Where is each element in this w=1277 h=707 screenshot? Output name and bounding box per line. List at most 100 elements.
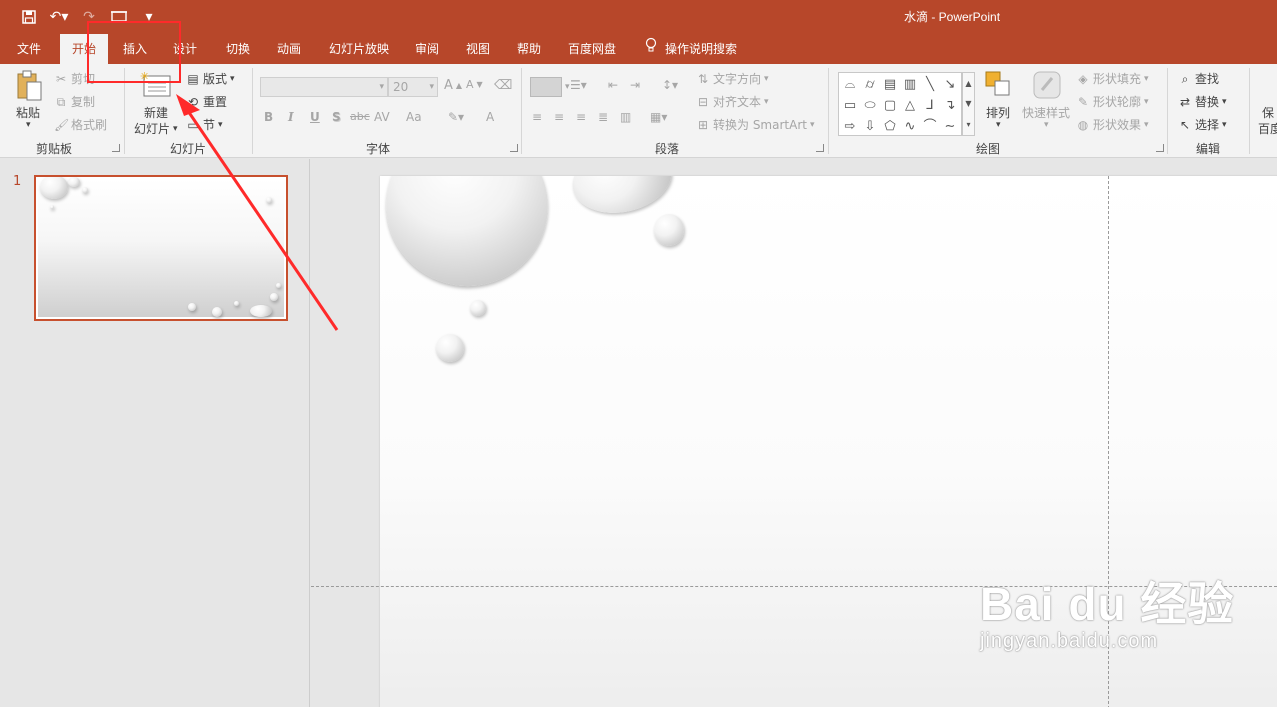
quick-styles-icon[interactable] <box>1032 70 1062 103</box>
shape-oval-icon[interactable]: ⬭ <box>860 95 880 116</box>
shapes-gallery[interactable]: ⌓ ⌭ ▤ ▥ ╲ ↘ ▭ ⬭ ▢ △ ⅃ ↴ ⇨ ⇩ ⬠ ∿ ⌒ ∼ <box>838 72 962 136</box>
layout-button[interactable]: ▤ 版式 ▾ <box>186 70 234 87</box>
bullets-icon <box>530 77 562 97</box>
chevron-down-icon[interactable]: ▼ <box>965 99 971 108</box>
shape-flag-icon[interactable]: ⌓ <box>840 74 860 95</box>
char-spacing-button[interactable]: AV <box>374 110 390 124</box>
tab-animations[interactable]: 动画 <box>264 34 314 64</box>
decrease-indent-icon[interactable]: ⇤ <box>608 78 618 92</box>
select-button[interactable]: ↖ 选择 ▾ <box>1178 116 1227 133</box>
shape-effects-button[interactable]: ◍ 形状效果 ▾ <box>1076 116 1149 133</box>
shape-curve-icon[interactable]: ∼ <box>940 116 960 137</box>
columns-icon[interactable]: ▦▾ <box>650 110 667 124</box>
paragraph-launcher-icon[interactable] <box>816 144 824 152</box>
save-icon[interactable] <box>18 6 40 28</box>
quick-styles-button[interactable]: 快速样式 <box>1022 104 1070 121</box>
shape-arc-icon[interactable]: ⌒ <box>920 116 940 137</box>
new-slide-button[interactable]: 新建 <box>144 104 168 121</box>
tab-view[interactable]: 视图 <box>454 34 502 64</box>
paste-button[interactable]: 粘贴 <box>16 104 40 121</box>
baidu-save-sub[interactable]: 百度 <box>1258 120 1277 137</box>
bullets-button[interactable]: ▾ <box>530 77 570 97</box>
shapes-gallery-scroll[interactable]: ▲ ▼ ▾ <box>962 72 975 136</box>
new-slide-dropdown[interactable]: 幻灯片 ▾ <box>134 120 178 137</box>
slide-thumbnail[interactable] <box>34 175 288 321</box>
convert-smartart-button[interactable]: ⊞ 转换为 SmartArt ▾ <box>696 116 815 133</box>
tab-slideshow[interactable]: 幻灯片放映 <box>320 34 398 64</box>
highlight-icon[interactable]: ✎▾ <box>448 110 464 124</box>
tell-me-search[interactable]: 操作说明搜索 <box>645 34 737 64</box>
tab-review[interactable]: 审阅 <box>404 34 450 64</box>
font-size-combo[interactable]: 20 <box>388 77 438 97</box>
shape-fill-button[interactable]: ◈ 形状填充 ▾ <box>1076 70 1148 87</box>
align-left-icon[interactable]: ≡ <box>532 110 542 124</box>
font-group-label: 字体 <box>366 142 391 156</box>
font-launcher-icon[interactable] <box>510 144 518 152</box>
font-color-button[interactable]: A <box>486 110 494 124</box>
shape-effects-label: 形状效果 <box>1093 118 1142 132</box>
shape-textbox-vertical-icon[interactable]: ▥ <box>900 74 920 95</box>
grow-font-button[interactable]: A ▲ <box>444 78 462 93</box>
title-bar: ↶▾ ↷ ▾ 水滴 - PowerPoint <box>0 0 1277 34</box>
shrink-font-button[interactable]: A ▼ <box>466 78 483 91</box>
undo-icon[interactable]: ↶▾ <box>48 6 70 28</box>
shape-rounded-rect-icon[interactable]: ▢ <box>880 95 900 116</box>
arrange-label: 排列 <box>986 106 1011 120</box>
align-text-button[interactable]: ⊟ 对齐文本 ▾ <box>696 93 769 110</box>
clear-format-icon[interactable]: ⌫ <box>494 78 512 93</box>
distribute-icon[interactable]: ▥ <box>620 110 631 124</box>
shape-outline-button[interactable]: ✎ 形状轮廓 ▾ <box>1076 93 1149 110</box>
chevron-up-icon[interactable]: ▲ <box>965 79 971 88</box>
find-button[interactable]: ⌕ 查找 <box>1178 70 1219 87</box>
shadow-button[interactable]: S <box>332 110 341 124</box>
clipboard-launcher-icon[interactable] <box>112 144 120 152</box>
drawing-launcher-icon[interactable] <box>1156 144 1164 152</box>
copy-icon: ⧉ <box>56 94 66 109</box>
format-painter-button[interactable]: 🖌 格式刷 <box>54 116 107 133</box>
arrange-dropdown-icon[interactable]: ▾ <box>996 120 1001 130</box>
italic-button[interactable]: I <box>288 110 294 124</box>
arrange-icon[interactable] <box>984 70 1012 101</box>
shape-down-arrow-icon[interactable]: ⇩ <box>860 116 880 137</box>
align-right-icon[interactable]: ≡ <box>576 110 586 124</box>
arrange-button[interactable]: 排列 <box>986 104 1010 121</box>
copy-button[interactable]: ⧉ 复制 <box>54 93 95 110</box>
tab-help[interactable]: 帮助 <box>506 34 552 64</box>
strikethrough-button[interactable]: abc <box>350 110 370 123</box>
replace-button[interactable]: ⇄ 替换 ▾ <box>1178 93 1227 110</box>
tab-file[interactable]: 文件 <box>6 34 52 64</box>
text-direction-button[interactable]: ⇅ 文字方向 ▾ <box>696 70 769 87</box>
quick-styles-label: 快速样式 <box>1022 106 1071 120</box>
numbering-icon[interactable]: ☰▾ <box>570 78 587 92</box>
change-case-button[interactable]: Aa <box>406 110 422 124</box>
shape-freeform-icon[interactable]: ⬠ <box>880 116 900 137</box>
more-icon[interactable]: ▾ <box>966 120 970 129</box>
font-name-combo[interactable] <box>260 77 388 97</box>
align-center-icon[interactable]: ≡ <box>554 110 564 124</box>
shape-triangle-icon[interactable]: △ <box>900 95 920 116</box>
shape-arrow-line-icon[interactable]: ↘ <box>940 74 960 95</box>
reset-button[interactable]: ⟲ 重置 <box>186 93 227 110</box>
quick-styles-dropdown-icon[interactable]: ▾ <box>1044 120 1049 130</box>
shape-right-arrow-icon[interactable]: ⇨ <box>840 116 860 137</box>
shape-elbow-connector-icon[interactable]: ⅃ <box>920 95 940 116</box>
water-drop <box>82 187 88 193</box>
shape-textbox-icon[interactable]: ▤ <box>880 74 900 95</box>
underline-button[interactable]: U <box>310 110 320 124</box>
shape-rectangle-icon[interactable]: ▭ <box>840 95 860 116</box>
shape-scribble-icon[interactable]: ∿ <box>900 116 920 137</box>
shape-line-icon[interactable]: ╲ <box>920 74 940 95</box>
paste-icon[interactable] <box>16 70 44 105</box>
line-spacing-icon[interactable]: ↕▾ <box>662 78 678 92</box>
increase-indent-icon[interactable]: ⇥ <box>630 78 640 92</box>
shape-cylinder-icon[interactable]: ⌭ <box>860 74 880 95</box>
justify-icon[interactable]: ≣ <box>598 110 608 124</box>
shape-elbow-arrow-icon[interactable]: ↴ <box>940 95 960 116</box>
baidu-save-button[interactable]: 保 <box>1262 104 1274 121</box>
tab-transitions[interactable]: 切换 <box>214 34 262 64</box>
section-button[interactable]: ▭ 节 ▾ <box>186 116 222 133</box>
tab-baidu-netdisk[interactable]: 百度网盘 <box>558 34 626 64</box>
align-text-label: 对齐文本 <box>713 95 762 109</box>
bold-button[interactable]: B <box>264 110 273 124</box>
paste-dropdown-icon[interactable]: ▾ <box>26 120 31 130</box>
